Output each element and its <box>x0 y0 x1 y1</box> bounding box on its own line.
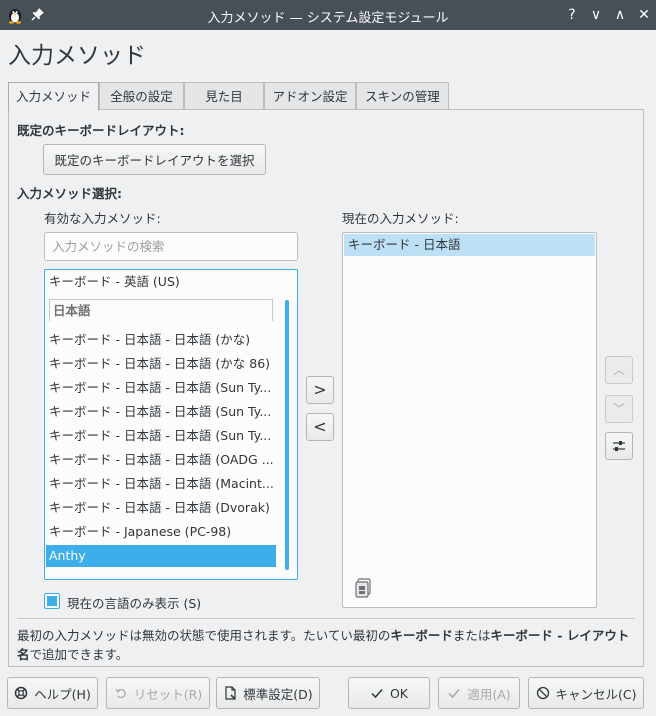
tab-skin-management[interactable]: スキンの管理 <box>356 82 449 110</box>
ok-button-label: OK <box>389 685 409 701</box>
info-text-part: 最初の入力メソッドは無効の状態で使用されます。たいてい最初の <box>17 628 391 643</box>
list-item[interactable]: キーボード - 英語 (US) <box>49 271 279 293</box>
maximize-button[interactable]: ∧ <box>611 6 629 24</box>
current-language-only-checkbox[interactable] <box>44 593 60 609</box>
current-methods-label: 現在の入力メソッド: <box>342 211 459 226</box>
list-item[interactable]: キーボード - Japanese (PC-98) <box>49 521 279 543</box>
method-search-input[interactable] <box>44 232 298 261</box>
list-item-selected[interactable]: キーボード - 日本語 <box>344 234 595 256</box>
checkmark-icon <box>448 689 460 699</box>
lifebuoy-icon <box>14 686 28 700</box>
title-bar: 入力メソッド — システム設定モジュール ? ∨ ∧ ✕ <box>0 0 656 30</box>
info-text: 最初の入力メソッドは無効の状態で使用されます。たいてい最初のキーボードまたはキー… <box>17 626 637 664</box>
select-default-layout-button[interactable]: 既定のキーボードレイアウトを選択 <box>43 144 266 175</box>
apply-button-label: 適用(A) <box>467 686 511 702</box>
window-title: 入力メソッド — システム設定モジュール <box>207 11 449 26</box>
minimize-button[interactable]: ∨ <box>587 6 605 24</box>
tab-general-settings[interactable]: 全般の設定 <box>99 82 184 110</box>
tab-input-method[interactable]: 入力メソッド <box>8 82 99 111</box>
help-button[interactable]: ヘルプ(H) <box>7 677 98 709</box>
list-item[interactable]: キーボード - 日本語 - 日本語 (かな 86) <box>49 353 279 375</box>
configure-method-button[interactable] <box>605 432 633 460</box>
input-method-selection-heading: 入力メソッド選択: <box>17 186 122 201</box>
divider <box>17 618 635 619</box>
undo-icon <box>115 688 126 699</box>
current-language-only-label[interactable]: 現在の言語のみ表示 (S) <box>67 593 201 612</box>
list-item[interactable]: キーボード - 日本語 - 日本語 (Sun Ty... <box>49 377 279 399</box>
info-bold-keyboard: キーボード <box>390 628 453 643</box>
add-method-button[interactable]: > <box>306 376 334 404</box>
list-item[interactable]: キーボード - 日本語 - 日本語 (Dvorak) <box>49 497 279 519</box>
input-method-panel: 既定のキーボードレイアウト: 既定のキーボードレイアウトを選択 入力メソッド選択… <box>8 109 644 667</box>
document-defaults-icon <box>225 686 236 700</box>
ok-button[interactable]: OK <box>348 677 430 709</box>
cancel-icon <box>536 686 549 700</box>
current-methods-list[interactable]: キーボード - 日本語 <box>342 232 597 608</box>
page-title: 入力メソッド <box>8 43 146 69</box>
tab-addon-settings[interactable]: アドオン設定 <box>264 82 356 110</box>
close-window-button[interactable]: ✕ <box>635 6 653 24</box>
move-down-button[interactable]: ﹀ <box>605 395 633 423</box>
tab-appearance[interactable]: 見た目 <box>184 82 264 110</box>
list-item[interactable]: キーボード - 日本語 - 日本語 (OADG ... <box>49 449 279 471</box>
list-item[interactable]: キーボード - 日本語 - 日本語 (かな) <box>49 329 279 351</box>
list-item-selected[interactable]: Anthy <box>46 545 276 567</box>
default-layout-heading: 既定のキーボードレイアウト: <box>17 123 185 138</box>
available-methods-label: 有効な入力メソッド: <box>44 211 161 226</box>
info-text-part: または <box>452 628 491 643</box>
keyboard-layout-icon[interactable] <box>355 578 373 598</box>
checkbox-checked-mark <box>47 596 57 606</box>
checkmark-icon <box>371 689 383 699</box>
list-item[interactable]: キーボード - 日本語 - 日本語 (Sun Ty... <box>49 401 279 423</box>
remove-method-button[interactable]: < <box>306 413 334 441</box>
info-text-part: で追加できます。 <box>29 647 129 662</box>
cancel-button[interactable]: キャンセル(C) <box>528 677 644 709</box>
help-window-button[interactable]: ? <box>563 6 581 24</box>
list-item[interactable]: キーボード - 日本語 - 日本語 (Sun Ty... <box>49 425 279 447</box>
reset-button[interactable]: リセット(R) <box>106 677 210 709</box>
available-methods-list[interactable]: キーボード - 英語 (US) 日本語 キーボード - 日本語 - 日本語 (か… <box>44 269 298 580</box>
reset-button-label: リセット(R) <box>133 686 203 702</box>
defaults-button[interactable]: 標準設定(D) <box>216 677 320 709</box>
cancel-button-label: キャンセル(C) <box>555 686 637 702</box>
list-item[interactable]: キーボード - 日本語 - 日本語 (Macint... <box>49 473 279 495</box>
apply-button[interactable]: 適用(A) <box>438 677 520 709</box>
help-button-label: ヘルプ(H) <box>34 686 91 702</box>
defaults-button-label: 標準設定(D) <box>243 686 313 702</box>
group-header-japanese: 日本語 <box>49 299 273 321</box>
sliders-icon <box>613 441 625 451</box>
list-scrollbar[interactable] <box>285 300 289 570</box>
move-up-button[interactable]: ︿ <box>605 356 633 384</box>
